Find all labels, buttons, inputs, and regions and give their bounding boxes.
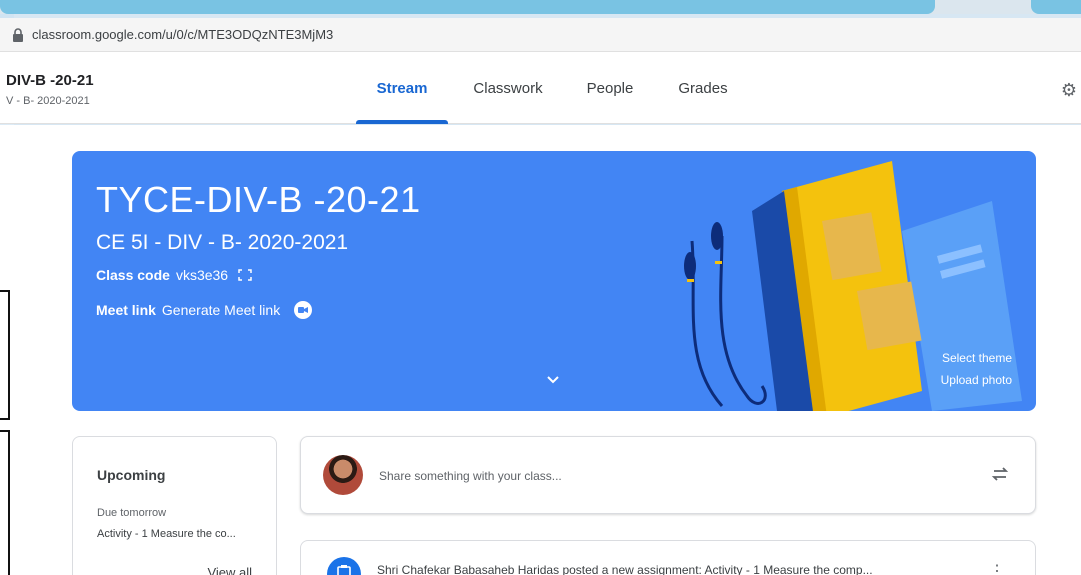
due-item-link[interactable]: Activity - 1 Measure the co... [97,528,236,540]
class-code-label: Class code [96,267,170,283]
tab-grades[interactable]: Grades [656,52,750,124]
more-vert-icon[interactable]: ⋮ [989,561,1005,575]
class-code-row: Class code vks3e36 [96,267,252,283]
tab-people[interactable]: People [568,52,652,124]
stream-post-card[interactable]: Shri Chafekar Babasaheb Haridas posted a… [300,540,1036,575]
share-placeholder[interactable]: Share something with your class... [379,469,562,483]
left-border-line [0,290,10,420]
class-subtitle: V - B- 2020-2021 [6,95,90,107]
class-code-value: vks3e36 [175,267,229,283]
meet-video-icon[interactable] [294,301,313,319]
banner-illustration [684,161,1022,411]
browser-window: classroom.google.com/u/0/c/MTE3ODQzNTE3M… [0,0,1081,575]
stream-main: TYCE-DIV-B -20-21 CE 5I - DIV - B- 2020-… [0,125,1081,575]
classroom-header: DIV-B -20-21 V - B- 2020-2021 Stream Cla… [0,52,1081,124]
tab-classwork[interactable]: Classwork [452,52,564,124]
upcoming-card: Upcoming Due tomorrow Activity - 1 Measu… [72,436,277,575]
banner-class-section: CE 5I - DIV - B- 2020-2021 [96,231,349,254]
fullscreen-icon[interactable] [238,269,252,281]
upcoming-title: Upcoming [97,467,166,483]
assignment-icon [327,557,361,575]
meet-link-label: Meet link [96,302,156,318]
address-bar[interactable]: classroom.google.com/u/0/c/MTE3ODQzNTE3M… [0,18,1081,52]
share-announcement-card[interactable]: Share something with your class... [300,436,1036,514]
select-theme-button[interactable]: Select theme [942,351,1012,365]
url-text[interactable]: classroom.google.com/u/0/c/MTE3ODQzNTE3M… [32,27,333,42]
nav-tabs: Stream Classwork People Grades [356,52,750,124]
class-title[interactable]: DIV-B -20-21 [6,72,94,89]
chevron-down-icon[interactable] [546,373,560,387]
upload-photo-button[interactable]: Upload photo [941,373,1012,387]
generate-meet-link[interactable]: Generate Meet link [162,302,280,318]
browser-tab-right[interactable] [1031,0,1081,14]
class-banner: TYCE-DIV-B -20-21 CE 5I - DIV - B- 2020-… [72,151,1036,411]
view-all-link[interactable]: View all [207,565,252,575]
avatar [323,455,363,495]
tab-stream[interactable]: Stream [356,52,448,124]
lock-icon [13,27,23,42]
browser-tab-active[interactable] [0,0,935,14]
settings-gear-icon[interactable]: ⚙ [1061,80,1077,101]
tab-strip [0,0,1081,14]
meet-link-row: Meet link Generate Meet link [96,301,313,319]
due-label: Due tomorrow [97,507,167,519]
repost-icon[interactable] [989,463,1011,485]
banner-class-title: TYCE-DIV-B -20-21 [96,179,421,220]
left-border-line [0,430,10,575]
post-text[interactable]: Shri Chafekar Babasaheb Haridas posted a… [377,563,977,575]
